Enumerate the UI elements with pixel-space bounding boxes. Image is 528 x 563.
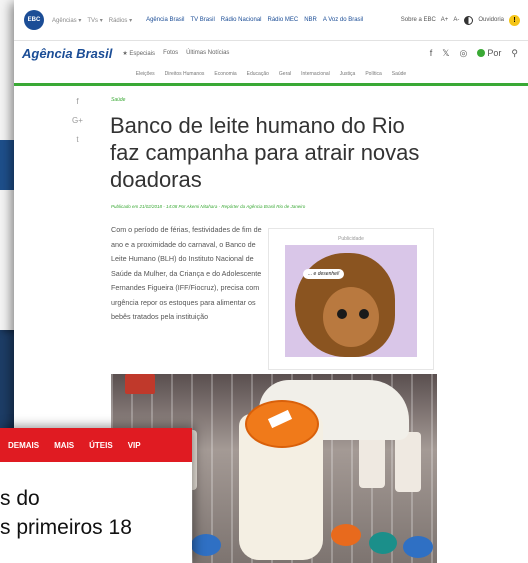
red-site-headline-line1: s do <box>0 487 40 510</box>
section-eleicoes[interactable]: Eleições <box>136 71 155 77</box>
menu-fotos[interactable]: Fotos <box>163 50 178 56</box>
red-site-headline-line2: s primeiros 18 <box>0 516 132 539</box>
network-link-radio-mec[interactable]: Rádio MEC <box>268 17 299 23</box>
foreground-window: DEMAIS MAIS ÚTEIS VIP s do s primeiros 1… <box>0 428 192 563</box>
search-icon[interactable]: ⚲ <box>511 48 518 59</box>
menu-ultimas-noticias[interactable]: Últimas Notícias <box>186 50 229 56</box>
ebc-logo[interactable]: EBC <box>24 10 44 30</box>
blue-cap <box>403 536 433 558</box>
section-justica[interactable]: Justiça <box>340 71 356 77</box>
facebook-icon[interactable]: f <box>430 48 433 58</box>
radios-dropdown[interactable]: Rádios ▾ <box>109 17 132 24</box>
radio-label: Por <box>487 48 502 58</box>
instagram-icon[interactable]: ◎ <box>460 48 468 59</box>
radio-player[interactable]: Por <box>477 48 501 58</box>
ad-character-eye <box>359 309 369 319</box>
network-link-radio-nacional[interactable]: Rádio Nacional <box>221 17 262 23</box>
orange-cap <box>331 524 361 546</box>
network-link-agencia-brasil[interactable]: Agência Brasil <box>146 17 184 23</box>
red-site-headline: s do s primeiros 18 <box>0 484 260 542</box>
font-increase-button[interactable]: A+ <box>441 17 449 23</box>
nav-uteis[interactable]: ÚTEIS <box>89 441 113 450</box>
radio-icon <box>477 49 486 57</box>
ad-speech-bubble: ... e desenhei! <box>303 269 345 279</box>
about-ebc-link[interactable]: Sobre a EBC <box>401 17 436 23</box>
article-headline: Banco de leite humano do Rio faz campanh… <box>110 113 420 192</box>
agencia-brasil-logo[interactable]: Agência Brasil <box>22 46 112 61</box>
twitter-icon[interactable]: 𝕏 <box>442 48 449 59</box>
contrast-icon[interactable] <box>464 15 474 25</box>
network-link-voz-do-brasil[interactable]: A Voz do Brasil <box>323 17 363 23</box>
section-direitos-humanos[interactable]: Direitos Humanos <box>165 71 205 77</box>
social-links: f 𝕏 ◎ Por ⚲ <box>430 48 518 59</box>
article-byline: Publicado em 21/02/2018 - 14:08 Por Akem… <box>111 204 306 209</box>
article-tag[interactable]: Saúde <box>111 97 125 103</box>
section-geral[interactable]: Geral <box>279 71 291 77</box>
section-nav: Eleições Direitos Humanos Economia Educa… <box>14 65 528 86</box>
share-twitter-icon[interactable]: t <box>76 135 78 144</box>
ad-character-face <box>323 287 379 347</box>
orange-lid <box>245 400 319 448</box>
share-google-plus-icon[interactable]: G+ <box>72 116 83 125</box>
menu-especiais[interactable]: ★ Especiais <box>122 50 155 57</box>
nav-vip[interactable]: VIP <box>128 441 141 450</box>
ad-box: Publicidade ... e desenhei! <box>268 228 434 370</box>
section-internacional[interactable]: Internacional <box>301 71 330 77</box>
ombudsman-link[interactable]: Ouvidoria <box>478 17 504 23</box>
section-politica[interactable]: Política <box>365 71 381 77</box>
red-cap <box>125 374 155 394</box>
agencia-brasil-header: Agência Brasil ★ Especiais Fotos Últimas… <box>14 41 528 65</box>
alert-icon[interactable]: ! <box>509 14 520 26</box>
tvs-dropdown[interactable]: TVs ▾ <box>87 17 102 24</box>
ebc-top-bar: EBC Agências ▾ TVs ▾ Rádios ▾ Agência Br… <box>14 0 528 41</box>
font-decrease-button[interactable]: A- <box>453 17 459 23</box>
nav-mais[interactable]: MAIS <box>54 441 74 450</box>
agencias-dropdown[interactable]: Agências ▾ <box>52 17 81 24</box>
section-economia[interactable]: Economia <box>214 71 236 77</box>
share-buttons: f G+ t <box>72 97 83 144</box>
teal-cap <box>369 532 397 554</box>
nav-demais[interactable]: DEMAIS <box>8 441 39 450</box>
section-saude[interactable]: Saúde <box>392 71 406 77</box>
ad-character-eye <box>337 309 347 319</box>
section-educacao[interactable]: Educação <box>247 71 269 77</box>
ad-image[interactable]: ... e desenhei! <box>285 245 417 357</box>
milk-bottle <box>395 432 421 492</box>
network-link-tv-brasil[interactable]: TV Brasil <box>190 17 214 23</box>
article-body: Com o período de férias, festividades de… <box>111 225 262 321</box>
red-site-nav: DEMAIS MAIS ÚTEIS VIP <box>0 428 192 462</box>
ebc-right-tools: Sobre a EBC A+ A- Ouvidoria ! <box>401 14 520 26</box>
network-link-nbr[interactable]: NBR <box>304 17 317 23</box>
ad-label: Publicidade <box>338 236 364 242</box>
share-facebook-icon[interactable]: f <box>76 97 78 106</box>
